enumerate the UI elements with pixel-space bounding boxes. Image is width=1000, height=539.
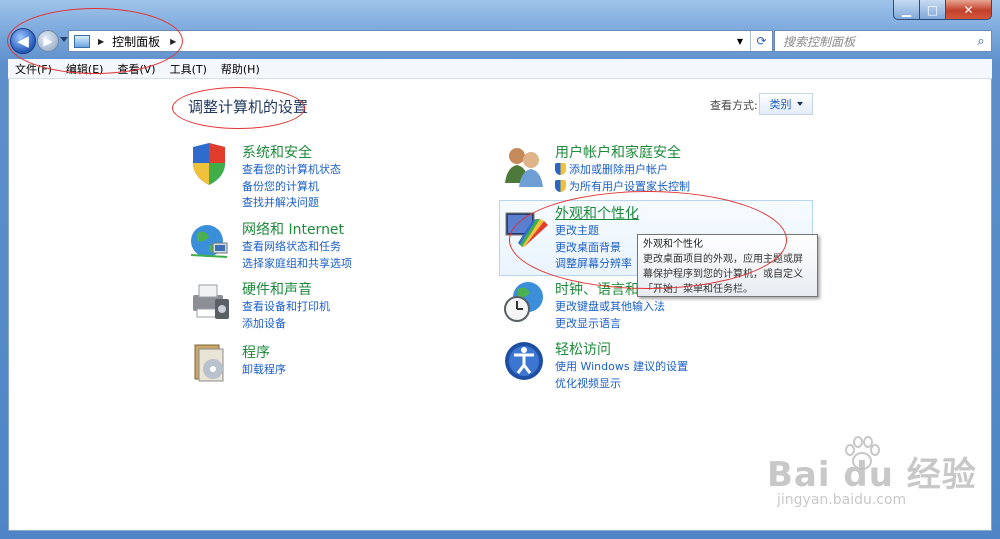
control-panel-icon (74, 34, 90, 48)
menu-file[interactable]: 文件(F) (8, 61, 59, 77)
category-title[interactable]: 网络和 Internet (242, 219, 352, 239)
menu-tools[interactable]: 工具(T) (163, 61, 214, 77)
category-hardware-sound: 硬件和声音 查看设备和打印机 添加设备 (242, 279, 330, 332)
forward-button[interactable]: ▶ (37, 30, 59, 52)
tooltip: 外观和个性化 更改桌面项目的外观，应用主题或屏 幕保护程序到您的计算机，或自定义… (637, 234, 818, 297)
category-network-internet: 网络和 Internet 查看网络状态和任务 选择家庭组和共享选项 (242, 219, 352, 272)
category-link[interactable]: 优化视频显示 (555, 376, 688, 393)
category-system-security: 系统和安全 查看您的计算机状态 备份您的计算机 查找并解决问题 (242, 142, 341, 212)
refresh-icon[interactable]: ⟳ (750, 31, 772, 51)
category-link[interactable]: 查看您的计算机状态 (242, 162, 341, 179)
category-link[interactable]: 查看设备和打印机 (242, 299, 330, 316)
uac-shield-icon (555, 179, 566, 192)
breadcrumb-arrow-icon[interactable]: ▶ (170, 37, 176, 46)
category-programs: 程序 卸载程序 (242, 342, 286, 379)
category-link[interactable]: 更改桌面背景 (555, 240, 639, 257)
recent-pages-dropdown[interactable] (60, 37, 68, 42)
search-box[interactable]: 搜索控制面板 ⌕ (774, 30, 992, 52)
tooltip-text: 「开始」菜单和任务栏。 (643, 284, 753, 295)
printer-icon[interactable] (187, 279, 231, 323)
address-bar[interactable]: ▶ 控制面板 ▶ ▼ ⟳ (68, 30, 773, 52)
category-link[interactable]: 使用 Windows 建议的设置 (555, 359, 688, 376)
category-link[interactable]: 调整屏幕分辨率 (555, 256, 639, 273)
menu-edit[interactable]: 编辑(E) (59, 61, 111, 77)
category-link[interactable]: 查找并解决问题 (242, 195, 341, 212)
category-title[interactable]: 外观和个性化 (555, 203, 639, 223)
uac-shield-icon (555, 163, 566, 175)
watermark-logo: Bai du 经验 (767, 455, 977, 495)
appearance-icon[interactable] (504, 207, 548, 251)
maximize-button[interactable]: □ (920, 0, 946, 20)
search-input[interactable]: 搜索控制面板 (783, 33, 971, 50)
category-link[interactable]: 添加或删除用户帐户 (555, 162, 690, 179)
network-globe-icon[interactable] (187, 219, 231, 263)
category-title[interactable]: 系统和安全 (242, 142, 341, 162)
menu-bar: 文件(F) 编辑(E) 查看(V) 工具(T) 帮助(H) (8, 59, 992, 79)
category-link[interactable]: 卸载程序 (242, 362, 286, 379)
address-dropdown-icon[interactable]: ▼ (732, 31, 748, 51)
tooltip-text: 更改桌面项目的外观，应用主题或屏 (643, 254, 803, 265)
category-link[interactable]: 更改显示语言 (555, 316, 665, 333)
minimize-button[interactable]: ▁ (893, 0, 920, 20)
menu-help[interactable]: 帮助(H) (214, 61, 267, 77)
page-title: 调整计算机的设置 (188, 98, 309, 116)
caption-buttons: ▁ □ ✕ (893, 0, 992, 20)
category-link[interactable]: 选择家庭组和共享选项 (242, 256, 352, 273)
menu-view[interactable]: 查看(V) (110, 61, 162, 77)
navigation-bar: ◀ ▶ ▶ 控制面板 ▶ ▼ ⟳ 搜索控制面板 ⌕ (8, 27, 992, 55)
content-pane: 调整计算机的设置 查看方式: 类别 系统和安全 查看您的计算机状态 备份您的计算… (8, 79, 992, 531)
view-by-label: 查看方式: (710, 99, 758, 112)
close-button[interactable]: ✕ (946, 0, 992, 20)
category-title[interactable]: 硬件和声音 (242, 279, 330, 299)
category-ease-of-access: 轻松访问 使用 Windows 建议的设置 优化视频显示 (555, 339, 688, 392)
window-frame: ▁ □ ✕ ◀ ▶ ▶ 控制面板 ▶ ▼ ⟳ 搜索控制面板 ⌕ 文件(F) 编辑… (0, 0, 1000, 539)
ease-of-access-icon[interactable] (502, 339, 546, 383)
watermark-url: jingyan.baidu.com (777, 492, 907, 508)
category-link[interactable]: 为所有用户设置家长控制 (555, 179, 690, 196)
programs-icon[interactable] (189, 341, 233, 385)
category-link[interactable]: 查看网络状态和任务 (242, 239, 352, 256)
users-icon[interactable] (502, 143, 546, 187)
category-appearance: 外观和个性化 更改主题 更改桌面背景 调整屏幕分辨率 (555, 203, 639, 273)
category-title[interactable]: 轻松访问 (555, 339, 688, 359)
breadcrumb-arrow-icon[interactable]: ▶ (98, 37, 104, 46)
search-icon[interactable]: ⌕ (971, 34, 991, 49)
category-title[interactable]: 用户帐户和家庭安全 (555, 142, 690, 162)
category-title[interactable]: 程序 (242, 342, 286, 362)
view-by-value: 类别 (769, 98, 792, 111)
back-arrow-icon: ◀ (17, 32, 29, 50)
back-button[interactable]: ◀ (10, 28, 36, 54)
tooltip-text: 幕保护程序到您的计算机，或自定义 (643, 269, 803, 280)
chevron-down-icon (796, 102, 803, 106)
view-by-dropdown[interactable]: 类别 (759, 93, 813, 115)
category-user-accounts: 用户帐户和家庭安全 添加或删除用户帐户 为所有用户设置家长控制 (555, 142, 690, 195)
tooltip-title: 外观和个性化 (643, 239, 703, 250)
breadcrumb-control-panel[interactable]: 控制面板 (112, 33, 160, 50)
forward-arrow-icon: ▶ (43, 34, 53, 48)
security-shield-icon[interactable] (187, 143, 231, 187)
category-link[interactable]: 更改主题 (555, 223, 639, 240)
category-link[interactable]: 更改键盘或其他输入法 (555, 299, 665, 316)
category-link[interactable]: 添加设备 (242, 316, 330, 333)
clock-globe-icon[interactable] (502, 279, 546, 323)
category-link[interactable]: 备份您的计算机 (242, 179, 341, 196)
